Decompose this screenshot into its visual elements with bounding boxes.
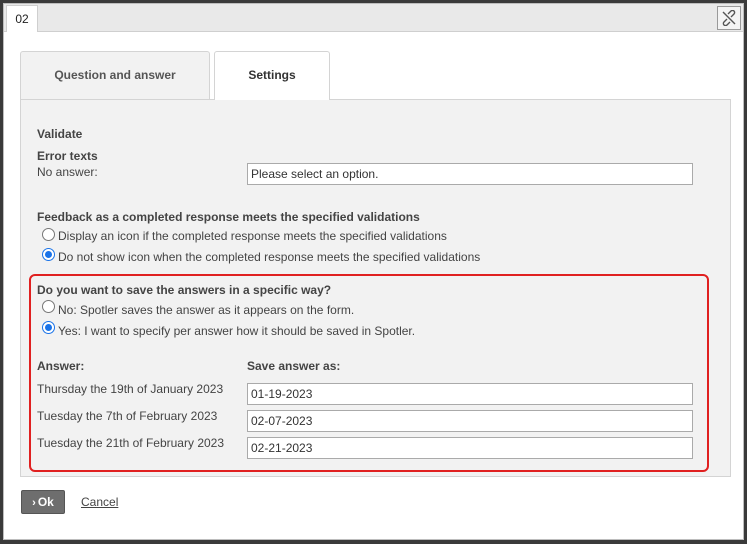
title-bar: 02 <box>4 4 743 32</box>
tab-question-and-answer[interactable]: Question and answer <box>20 51 210 99</box>
answer-label-2: Tuesday the 7th of February 2023 <box>37 409 218 423</box>
no-answer-label: No answer: <box>37 165 98 179</box>
unlink-close-icon <box>722 10 736 26</box>
cancel-link[interactable]: Cancel <box>81 495 118 509</box>
feedback-hide-label: Do not show icon when the completed resp… <box>58 250 481 264</box>
chevron-right-icon: › <box>32 497 36 509</box>
ok-label: Ok <box>37 495 54 509</box>
save-answers-heading: Do you want to save the answers in a spe… <box>37 283 332 297</box>
save-as-input-2[interactable] <box>247 410 693 432</box>
close-button[interactable] <box>717 6 741 30</box>
tab-settings[interactable]: Settings <box>214 51 330 100</box>
save-yes-label: Yes: I want to specify per answer how it… <box>58 324 416 338</box>
feedback-display-label: Display an icon if the completed respons… <box>58 229 447 243</box>
settings-panel: Validate Error texts No answer: Feedback… <box>20 99 731 477</box>
feedback-display-radio[interactable] <box>42 228 55 241</box>
dialog: 02 Question and answer Settings Validate… <box>3 3 744 540</box>
error-texts-heading: Error texts <box>37 149 98 163</box>
validate-heading: Validate <box>37 127 83 141</box>
feedback-heading: Feedback as a completed response meets t… <box>37 210 420 224</box>
answer-column-header: Answer: <box>37 359 85 373</box>
save-no-radio[interactable] <box>42 300 55 313</box>
answer-label-3: Tuesday the 21th of February 2023 <box>37 436 225 450</box>
save-no-label: No: Spotler saves the answer as it appea… <box>58 303 355 317</box>
save-yes-radio[interactable] <box>42 321 55 334</box>
answer-label-1: Thursday the 19th of January 2023 <box>37 382 224 396</box>
save-as-input-1[interactable] <box>247 383 693 405</box>
window-tab[interactable]: 02 <box>6 5 38 32</box>
feedback-hide-radio[interactable] <box>42 248 55 261</box>
save-as-column-header: Save answer as: <box>247 359 341 373</box>
save-as-input-3[interactable] <box>247 437 693 459</box>
ok-button[interactable]: › Ok <box>21 490 65 514</box>
no-answer-input[interactable] <box>247 163 693 185</box>
